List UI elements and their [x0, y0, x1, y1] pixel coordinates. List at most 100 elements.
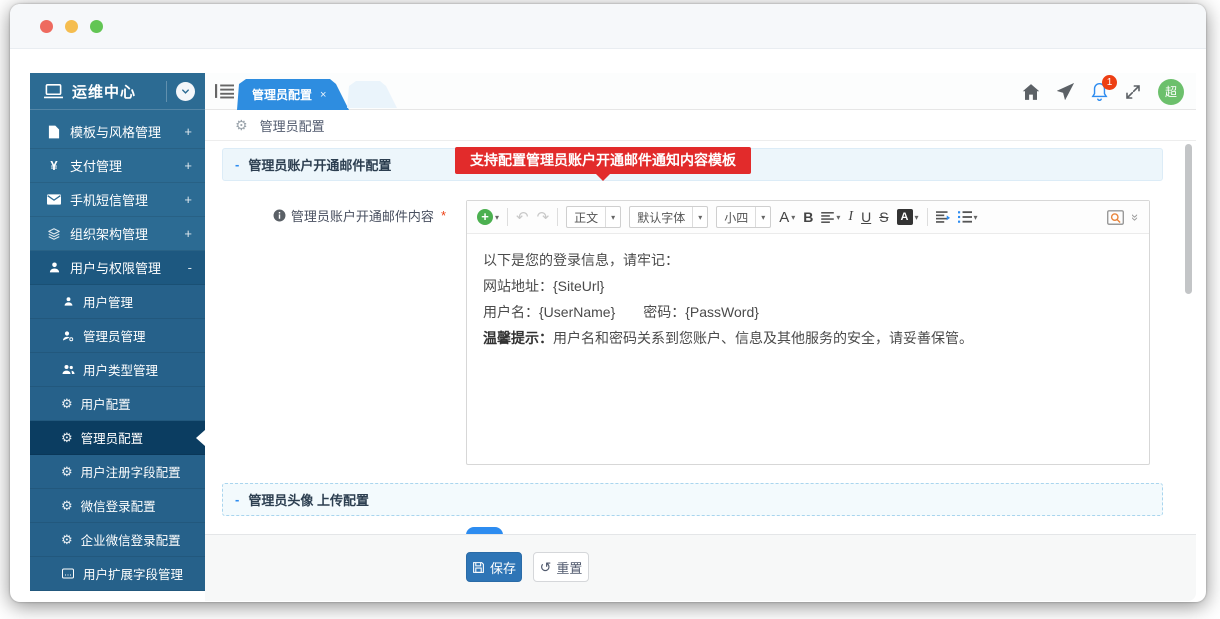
fullscreen-window-button[interactable]	[90, 20, 103, 33]
indent-icon	[936, 211, 950, 223]
file-icon	[47, 125, 61, 139]
user-icon	[61, 296, 75, 307]
gear-icon: ⚙	[61, 499, 73, 512]
ordered-list-icon	[958, 211, 972, 223]
sidebar-item-payment[interactable]: ¥ 支付管理 +	[30, 149, 205, 183]
font-family-select[interactable]: 默认字体 ▾	[629, 206, 708, 228]
chevron-down-icon: ▾	[836, 213, 840, 222]
chevron-down-icon: ▾	[974, 213, 978, 222]
vertical-scrollbar[interactable]	[1185, 144, 1192, 294]
italic-button[interactable]: I	[848, 209, 853, 225]
sidebar: 运维中心 模板与风格管理 + ¥ 支付管理 +	[30, 73, 205, 591]
page-title: 管理员配置	[260, 116, 325, 135]
editor-line: 以下是您的登录信息，请牢记：	[483, 247, 1133, 273]
sidebar-collapse-button[interactable]	[176, 82, 195, 101]
footer-bar: 保存 ↺ 重置	[205, 534, 1196, 601]
window-titlebar	[10, 4, 1206, 49]
sidebar-item-user-type-management[interactable]: 用户类型管理	[30, 353, 205, 387]
mail-icon	[47, 194, 61, 205]
sidebar-item-user-extend-field[interactable]: 用户扩展字段管理	[30, 557, 205, 591]
ghost-tab	[347, 81, 397, 108]
toolbar-more-icon[interactable]: »	[1128, 213, 1143, 220]
save-disk-icon	[472, 561, 485, 574]
notification-bell-icon[interactable]: 1	[1091, 82, 1108, 101]
sidebar-group-users-permissions: 用户与权限管理 - 用户管理 管理员管理	[30, 251, 205, 591]
indent-button[interactable]	[936, 211, 950, 223]
reset-button[interactable]: ↺ 重置	[533, 552, 589, 582]
font-size-select[interactable]: 小四 ▾	[716, 206, 771, 228]
gear-icon: ⚙	[61, 533, 73, 546]
underline-button[interactable]: U	[861, 209, 871, 225]
panel-avatar-upload-config[interactable]: - 管理员头像 上传配置	[222, 483, 1163, 516]
expand-plus-icon[interactable]: +	[184, 158, 192, 173]
chevron-down-icon: ▾	[755, 207, 770, 227]
sidebar-item-template-style[interactable]: 模板与风格管理 +	[30, 115, 205, 149]
breadcrumb: ⚙ 管理员配置	[205, 110, 1196, 141]
collapse-minus-icon[interactable]: -	[235, 492, 239, 507]
bold-button[interactable]: B	[803, 209, 813, 225]
highlight-a-icon: A	[897, 209, 913, 225]
tab-admin-config[interactable]: 管理员配置 ×	[237, 79, 349, 110]
users-icon	[61, 364, 75, 375]
sidebar-item-user-config[interactable]: ⚙ 用户配置	[30, 387, 205, 421]
expand-plus-icon[interactable]: +	[184, 226, 192, 241]
align-icon	[821, 212, 834, 223]
header-divider	[166, 81, 167, 102]
save-button[interactable]: 保存	[466, 552, 522, 582]
fullscreen-expand-icon[interactable]	[1125, 84, 1141, 100]
avatar[interactable]: 超	[1158, 79, 1184, 105]
align-button[interactable]: ▾	[821, 212, 840, 223]
expand-plus-icon[interactable]: +	[184, 124, 192, 139]
reset-icon: ↺	[540, 560, 552, 574]
rich-text-editor: + ▾ ↶ ↷ 正文 ▾ 默认字体 ▾	[466, 200, 1150, 465]
gear-icon: ⚙	[61, 397, 73, 410]
highlight-color-button[interactable]: A ▾	[897, 209, 919, 225]
font-color-button[interactable]: A ▾	[779, 209, 795, 226]
sidebar-item-admin-config[interactable]: ⚙ 管理员配置	[30, 421, 205, 455]
home-icon[interactable]	[1022, 84, 1040, 100]
editor-toolbar: + ▾ ↶ ↷ 正文 ▾ 默认字体 ▾	[467, 201, 1149, 234]
sidebar-toggle-icon[interactable]	[215, 83, 234, 99]
editor-line: 网站地址：{SiteUrl}	[483, 273, 1133, 299]
editor-line: 用户名：{UserName} 密码：{PassWord}	[483, 299, 1133, 325]
sidebar-item-users-permissions[interactable]: 用户与权限管理 -	[30, 251, 205, 285]
strikethrough-button[interactable]: S	[879, 209, 888, 225]
close-window-button[interactable]	[40, 20, 53, 33]
collapse-minus-icon[interactable]: -	[188, 260, 192, 275]
expand-plus-icon[interactable]: +	[184, 192, 192, 207]
sidebar-item-sms[interactable]: 手机短信管理 +	[30, 183, 205, 217]
ordered-list-button[interactable]: ▾	[958, 211, 978, 223]
feature-tooltip: 支持配置管理员账户开通邮件通知内容模板	[455, 147, 751, 174]
editor-line: 温馨提示：用户名和密码关系到您账户、信息及其他服务的安全，请妥善保管。	[483, 325, 1133, 351]
sidebar-item-organization[interactable]: 组织架构管理 +	[30, 217, 205, 251]
insert-button[interactable]: + ▾	[477, 209, 499, 225]
gear-icon: ⚙	[61, 431, 73, 444]
chevron-down-icon: ▾	[605, 207, 620, 227]
paragraph-select[interactable]: 正文 ▾	[566, 206, 621, 228]
sidebar-item-wecom-login-config[interactable]: ⚙ 企业微信登录配置	[30, 523, 205, 557]
laptop-icon	[44, 84, 63, 99]
tab-label: 管理员配置	[252, 86, 312, 103]
redo-icon[interactable]: ↷	[537, 208, 550, 226]
user-cog-icon	[61, 330, 75, 342]
admin-app: 运维中心 模板与风格管理 + ¥ 支付管理 +	[30, 73, 1196, 601]
tab-close-icon[interactable]: ×	[320, 89, 326, 101]
sidebar-item-wechat-login-config[interactable]: ⚙ 微信登录配置	[30, 489, 205, 523]
minimize-window-button[interactable]	[65, 20, 78, 33]
app-title: 运维中心	[72, 81, 136, 102]
send-icon[interactable]	[1057, 83, 1074, 100]
topbar-icons: 1 超	[1022, 73, 1184, 110]
sidebar-item-admin-management[interactable]: 管理员管理	[30, 319, 205, 353]
collapse-minus-icon[interactable]: -	[235, 157, 239, 172]
gear-icon: ⚙	[61, 465, 73, 478]
editor-content[interactable]: 以下是您的登录信息，请牢记： 网站地址：{SiteUrl} 用户名：{UserN…	[467, 234, 1149, 364]
sidebar-menu: 模板与风格管理 + ¥ 支付管理 + 手机短信管理 +	[30, 110, 205, 591]
field-label: 管理员账户开通邮件内容 *	[205, 206, 456, 225]
sidebar-item-user-management[interactable]: 用户管理	[30, 285, 205, 319]
info-icon	[273, 209, 286, 222]
sidebar-item-register-field-config[interactable]: ⚙ 用户注册字段配置	[30, 455, 205, 489]
layers-icon	[47, 227, 61, 241]
preview-icon[interactable]	[1107, 210, 1124, 225]
app-window: 运维中心 模板与风格管理 + ¥ 支付管理 +	[10, 4, 1206, 602]
undo-icon[interactable]: ↶	[516, 208, 529, 226]
